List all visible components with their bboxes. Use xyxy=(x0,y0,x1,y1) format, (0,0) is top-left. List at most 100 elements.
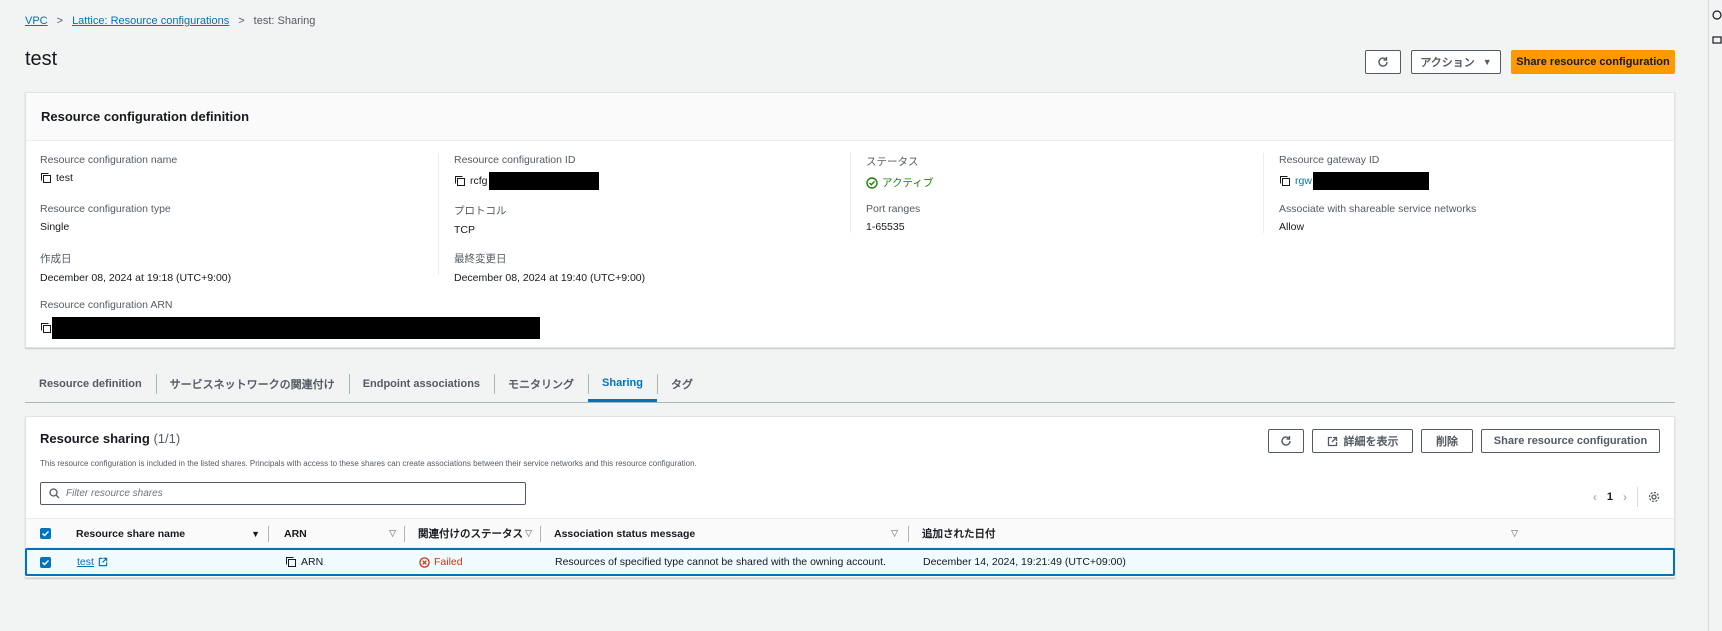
copy-icon[interactable] xyxy=(1279,175,1291,187)
redacted-block xyxy=(488,172,599,190)
column-divider xyxy=(404,526,405,542)
tab-monitoring[interactable]: モニタリング xyxy=(494,366,588,402)
field-label: Resource configuration ID xyxy=(454,154,576,166)
next-page-icon[interactable]: › xyxy=(1623,490,1627,504)
resource-configuration-id: rcfg xyxy=(470,175,488,187)
tab-tags[interactable]: タグ xyxy=(657,366,707,402)
field-value: test xyxy=(40,172,177,184)
field-value: Single xyxy=(40,221,70,233)
divider xyxy=(1637,487,1638,507)
resource-configuration-name: test xyxy=(56,172,73,184)
page-number[interactable]: 1 xyxy=(1607,491,1613,503)
breadcrumb-vpc[interactable]: VPC xyxy=(25,15,48,27)
refresh-button[interactable] xyxy=(1365,50,1401,74)
caret-down-icon: ▼ xyxy=(1482,57,1492,67)
definition-heading: Resource configuration definition xyxy=(26,93,1674,141)
field-ports: Port ranges 1-65535 xyxy=(866,203,920,233)
share-resource-configuration-button[interactable]: Share resource configuration xyxy=(1511,50,1675,74)
resource-share-link[interactable]: test xyxy=(77,550,108,574)
field-protocol: プロトコル TCP xyxy=(454,203,507,236)
definition-panel: Resource configuration definition Resour… xyxy=(25,92,1675,348)
sort-icon: ▽ xyxy=(891,528,898,538)
delete-button[interactable]: 削除 xyxy=(1421,429,1473,453)
field-arn: Resource configuration ARN xyxy=(40,299,540,339)
column-label: Resource share name xyxy=(76,527,186,540)
actions-label: アクション xyxy=(1420,57,1475,69)
status-value: アクティブ xyxy=(882,177,934,189)
tab-resource-definition[interactable]: Resource definition xyxy=(25,366,156,402)
table-row[interactable]: test ARN Failed Resources of specified t… xyxy=(25,548,1675,576)
actions-dropdown[interactable]: アクション ▼ xyxy=(1411,50,1501,74)
pagination: ‹ 1 › xyxy=(1593,487,1660,507)
sort-icon: ▽ xyxy=(1511,528,1518,538)
table-header: Resource share name ▼ ARN ▽ 関連付けのステータス ▽… xyxy=(26,518,1674,548)
column-label: 追加された日付 xyxy=(922,528,996,540)
divider xyxy=(438,153,439,275)
column-arn[interactable]: ARN ▽ xyxy=(284,519,396,548)
resource-gateway-link[interactable]: rgw xyxy=(1295,175,1312,187)
filter-input[interactable] xyxy=(66,488,506,499)
status-cell: Failed xyxy=(419,550,463,574)
resource-sharing-heading: Resource sharing (1/1) xyxy=(40,431,180,446)
column-label: Association status message xyxy=(554,527,696,540)
column-divider xyxy=(540,526,541,542)
field-value: TCP xyxy=(454,224,475,236)
resource-sharing-description: This resource configuration is included … xyxy=(40,459,697,468)
field-label: プロトコル xyxy=(454,205,507,217)
view-details-button[interactable]: 詳細を表示 xyxy=(1312,429,1413,453)
copy-icon[interactable] xyxy=(285,556,297,568)
sort-icon: ▽ xyxy=(389,528,396,538)
check-circle-icon xyxy=(866,176,878,189)
checkbox-checked-icon xyxy=(40,528,51,539)
status-message-cell: Resources of specified type cannot be sh… xyxy=(555,556,886,568)
row-checkbox[interactable] xyxy=(40,550,51,574)
arn-value: ARN xyxy=(301,556,324,568)
field-assoc: Associate with shareable service network… xyxy=(1279,203,1476,233)
feedback-icon[interactable] xyxy=(1712,36,1722,46)
field-name: Resource configuration name test xyxy=(40,154,177,184)
breadcrumb-resource-configurations[interactable]: Lattice: Resource configurations xyxy=(72,15,229,27)
field-label: Resource configuration type xyxy=(40,203,171,215)
tab-sharing[interactable]: Sharing xyxy=(588,366,657,402)
divider xyxy=(1263,153,1264,233)
field-label: Resource configuration ARN xyxy=(40,299,173,311)
field-value xyxy=(40,317,540,339)
field-value: 1-65535 xyxy=(866,221,905,233)
refresh-icon xyxy=(1378,57,1388,67)
chevron-right-icon: > xyxy=(56,15,64,27)
field-label: 作成日 xyxy=(40,253,72,265)
column-association-status-message[interactable]: Association status message ▽ xyxy=(554,519,898,548)
external-link-icon xyxy=(1327,436,1337,446)
field-type: Resource configuration type Single xyxy=(40,203,171,233)
gear-icon[interactable] xyxy=(1648,491,1660,503)
divider xyxy=(850,153,851,233)
field-label: Associate with shareable service network… xyxy=(1279,203,1477,215)
view-details-label: 詳細を表示 xyxy=(1343,436,1399,448)
tab-endpoint-associations[interactable]: Endpoint associations xyxy=(348,366,494,402)
field-value: Allow xyxy=(1279,221,1305,233)
share-resource-configuration-button[interactable]: Share resource configuration xyxy=(1481,429,1660,453)
field-status: ステータス アクティブ xyxy=(866,154,933,190)
copy-icon[interactable] xyxy=(40,172,52,184)
refresh-button[interactable] xyxy=(1268,429,1304,453)
column-resource-share-name[interactable]: Resource share name ▼ xyxy=(76,519,260,548)
settings-icon[interactable] xyxy=(1712,10,1722,20)
column-association-status[interactable]: 関連付けのステータス ▽ xyxy=(418,519,532,548)
breadcrumb-current: test: Sharing xyxy=(253,15,316,27)
status-value: Failed xyxy=(434,556,463,568)
redacted-block xyxy=(52,317,540,339)
filter-resource-shares xyxy=(40,482,526,505)
sharing-actions: 詳細を表示 削除 Share resource configuration xyxy=(1268,429,1660,453)
copy-icon[interactable] xyxy=(454,175,466,187)
select-all-checkbox[interactable] xyxy=(40,519,51,548)
copy-icon[interactable] xyxy=(40,322,52,334)
column-label: ARN xyxy=(284,527,307,540)
field-label: 最終変更日 xyxy=(454,253,507,265)
field-value: December 08, 2024 at 19:18 (UTC+9:00) xyxy=(40,272,232,284)
field-gateway: Resource gateway ID rgw xyxy=(1279,154,1429,190)
page-title: test xyxy=(25,48,58,70)
previous-page-icon[interactable]: ‹ xyxy=(1593,490,1597,504)
column-date-added[interactable]: 追加された日付 ▽ xyxy=(922,519,1518,548)
tab-service-network-associations[interactable]: サービスネットワークの関連付け xyxy=(155,366,349,402)
resource-sharing-title: Resource sharing xyxy=(40,431,150,446)
